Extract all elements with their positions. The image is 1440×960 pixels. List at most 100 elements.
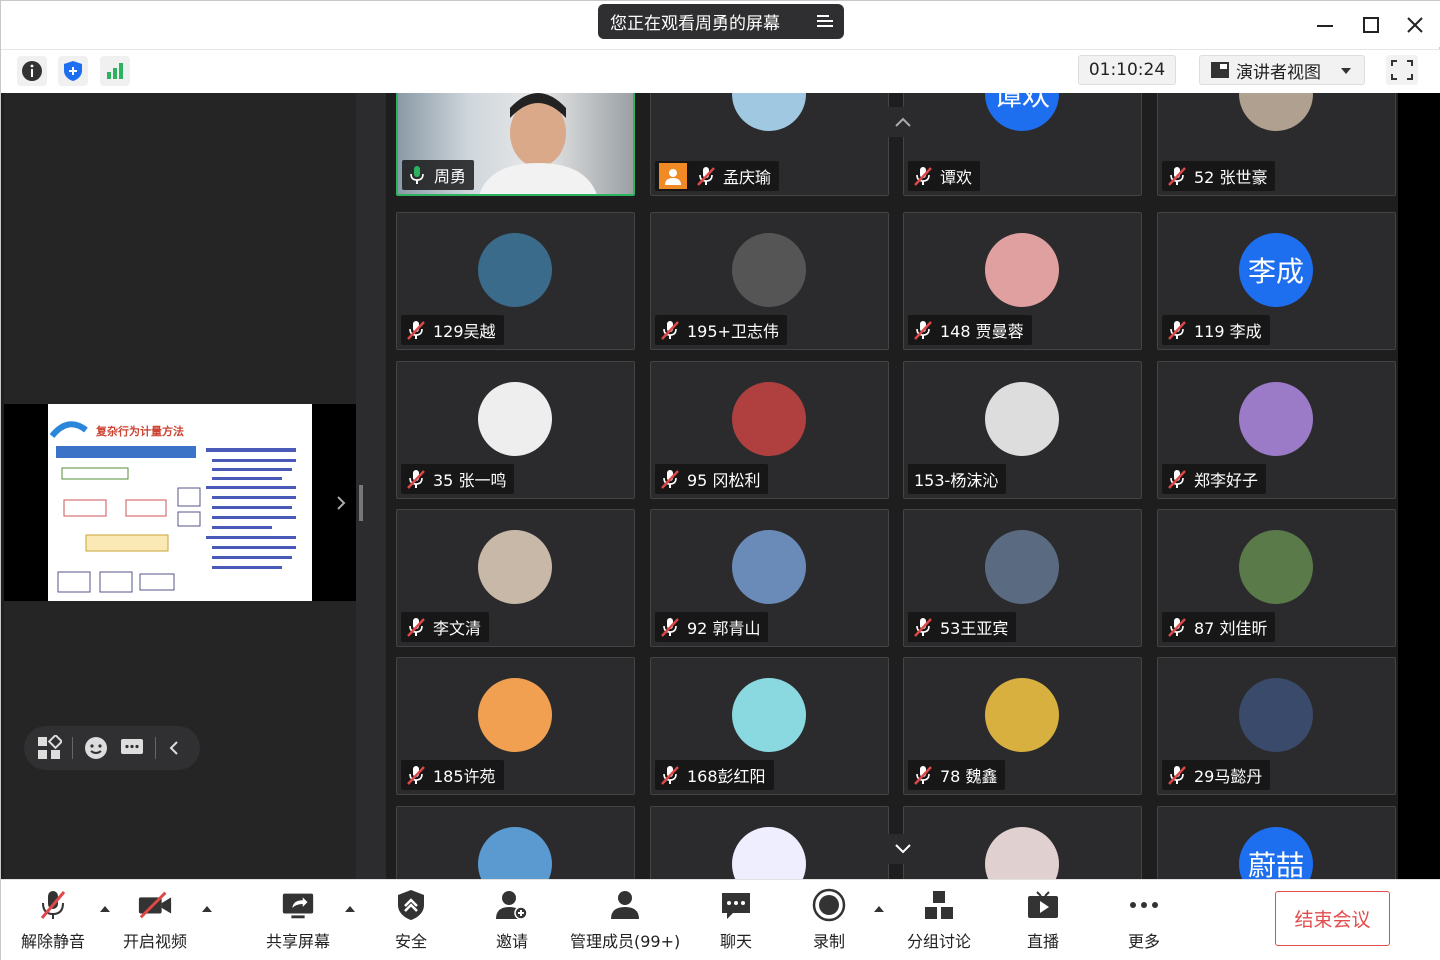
screen-share-banner[interactable]: 您正在观看周勇的屏幕 — [598, 4, 844, 39]
shared-screen-panel: 复杂行为计量方法 — [4, 93, 356, 879]
participant-name: 谭欢 — [940, 168, 973, 187]
slide-title: 复杂行为计量方法 — [95, 424, 184, 438]
chat-button[interactable]: 聊天 — [718, 888, 754, 952]
participant-name-tag: 谭欢 — [908, 161, 981, 191]
scroll-down-button[interactable] — [849, 834, 957, 864]
participant-tile[interactable]: 92 郭青山 — [650, 509, 889, 647]
participant-name-tag: 119 李成 — [1162, 315, 1270, 345]
participant-tile[interactable]: 蔚喆 — [1157, 806, 1396, 879]
start-video-button[interactable]: 开启视频 — [123, 888, 187, 952]
share-screen-icon — [282, 893, 314, 919]
participant-name-tag: 185许苑 — [401, 760, 504, 790]
minimize-icon[interactable] — [1311, 11, 1339, 39]
panel-collapse-handle[interactable] — [337, 93, 386, 879]
participant-tile[interactable]: 95 冈松利 — [650, 361, 889, 499]
participant-avatar — [732, 530, 806, 604]
maximize-icon[interactable] — [1357, 11, 1385, 39]
participant-tile[interactable] — [396, 806, 635, 879]
participant-name-tag: 87 刘佳昕 — [1162, 612, 1276, 642]
participant-name: 78 魏鑫 — [940, 767, 998, 786]
chevron-up-icon[interactable] — [201, 905, 213, 913]
mic-muted-icon — [1168, 167, 1186, 186]
breakout-rooms-label: 分组讨论 — [907, 932, 972, 951]
participant-avatar — [732, 678, 806, 752]
participant-tile[interactable]: 35 张一鸣 — [396, 361, 635, 499]
mic-muted-icon — [1168, 321, 1186, 340]
participant-name: 95 冈松利 — [687, 471, 761, 490]
manage-members-label: 管理成员(99+) — [570, 932, 681, 951]
more-button[interactable]: 更多 — [1126, 888, 1162, 952]
participant-tile[interactable]: 148 贾曼蓉 — [903, 212, 1142, 350]
chevron-up-icon[interactable] — [344, 905, 356, 913]
shield-icon[interactable] — [58, 56, 88, 86]
live-stream-button[interactable]: 直播 — [1025, 888, 1061, 952]
participant-name-tag: 35 张一鸣 — [401, 464, 515, 494]
menu-icon[interactable] — [816, 13, 834, 29]
participant-name: 29马懿丹 — [1194, 767, 1263, 786]
participant-tile[interactable]: 78 魏鑫 — [903, 657, 1142, 795]
end-meeting-button[interactable]: 结束会议 — [1275, 891, 1390, 946]
participant-tile[interactable]: 52 张世豪 — [1157, 93, 1396, 196]
start-video-label: 开启视频 — [123, 932, 188, 951]
meeting-timer: 01:10:24 — [1078, 55, 1176, 85]
participant-name-tag: 29马懿丹 — [1162, 760, 1271, 790]
participant-tile[interactable]: 李文清 — [396, 509, 635, 647]
avatar-initials: 谭欢 — [993, 93, 1050, 112]
unmute-label: 解除静音 — [21, 932, 86, 951]
participant-tile[interactable]: 168彭红阳 — [650, 657, 889, 795]
chat-bubble-icon[interactable] — [119, 735, 145, 761]
unmute-button[interactable]: 解除静音 — [21, 888, 85, 952]
mic-on-icon — [410, 166, 424, 184]
mic-muted-icon — [407, 321, 425, 340]
mic-muted-icon — [407, 766, 425, 785]
chevron-left-icon[interactable] — [166, 737, 182, 759]
participant-name: 195+卫志伟 — [687, 322, 779, 341]
view-mode-dropdown[interactable]: 演讲者视图 — [1199, 55, 1365, 85]
layout-icon[interactable] — [36, 735, 62, 761]
participant-avatar: 谭欢 — [985, 93, 1059, 131]
participant-name: 52 张世豪 — [1194, 168, 1268, 187]
mic-muted-icon — [914, 618, 932, 637]
participant-name: 孟庆瑜 — [723, 168, 772, 187]
participant-avatar — [732, 233, 806, 307]
participant-tile[interactable]: 李成 119 李成 — [1157, 212, 1396, 350]
avatar-initials: 李成 — [1247, 255, 1304, 288]
emoji-icon[interactable] — [83, 735, 109, 761]
mic-muted-icon — [1168, 618, 1186, 637]
manage-members-button[interactable]: 管理成员(99+) — [570, 888, 680, 952]
participant-avatar — [985, 382, 1059, 456]
participant-name: 35 张一鸣 — [433, 471, 507, 490]
scroll-up-button[interactable] — [849, 107, 957, 137]
participant-avatar: 蔚喆 — [1239, 827, 1313, 879]
chevron-up-icon[interactable] — [99, 905, 111, 913]
close-icon[interactable] — [1401, 11, 1429, 39]
resize-grip[interactable] — [359, 485, 363, 521]
participant-tile[interactable]: 153-杨沫沁 — [903, 361, 1142, 499]
fullscreen-icon[interactable] — [1386, 55, 1418, 85]
window-title: 您正在观看周勇的屏幕 — [610, 14, 780, 34]
record-label: 录制 — [812, 932, 845, 951]
participant-tile[interactable]: 129吴越 — [396, 212, 635, 350]
chevron-up-icon[interactable] — [873, 905, 885, 913]
participant-name-tag: 129吴越 — [401, 315, 504, 345]
participant-tile[interactable]: 185许苑 — [396, 657, 635, 795]
invite-label: 邀请 — [495, 932, 528, 951]
security-button[interactable]: 安全 — [393, 888, 429, 952]
participant-tile[interactable]: 87 刘佳昕 — [1157, 509, 1396, 647]
mic-muted-icon — [661, 470, 679, 489]
invite-button[interactable]: 邀请 — [494, 888, 530, 952]
participant-tile[interactable]: 195+卫志伟 — [650, 212, 889, 350]
participant-name: 李文清 — [433, 619, 482, 638]
breakout-rooms-button[interactable]: 分组讨论 — [907, 888, 971, 952]
record-button[interactable]: 录制 — [811, 888, 847, 952]
participant-tile[interactable]: 29马懿丹 — [1157, 657, 1396, 795]
shared-screen-view[interactable]: 复杂行为计量方法 — [4, 404, 356, 601]
participant-tile[interactable]: 郑李好子 — [1157, 361, 1396, 499]
share-screen-button[interactable]: 共享屏幕 — [266, 888, 330, 952]
signal-bars-icon[interactable] — [100, 56, 130, 86]
participant-tile[interactable]: 53王亚宾 — [903, 509, 1142, 647]
participant-name: 129吴越 — [433, 322, 496, 341]
participant-tile[interactable]: 周勇 — [396, 93, 635, 196]
title-bar: 您正在观看周勇的屏幕 — [1, 1, 1440, 47]
info-icon[interactable] — [17, 56, 47, 86]
